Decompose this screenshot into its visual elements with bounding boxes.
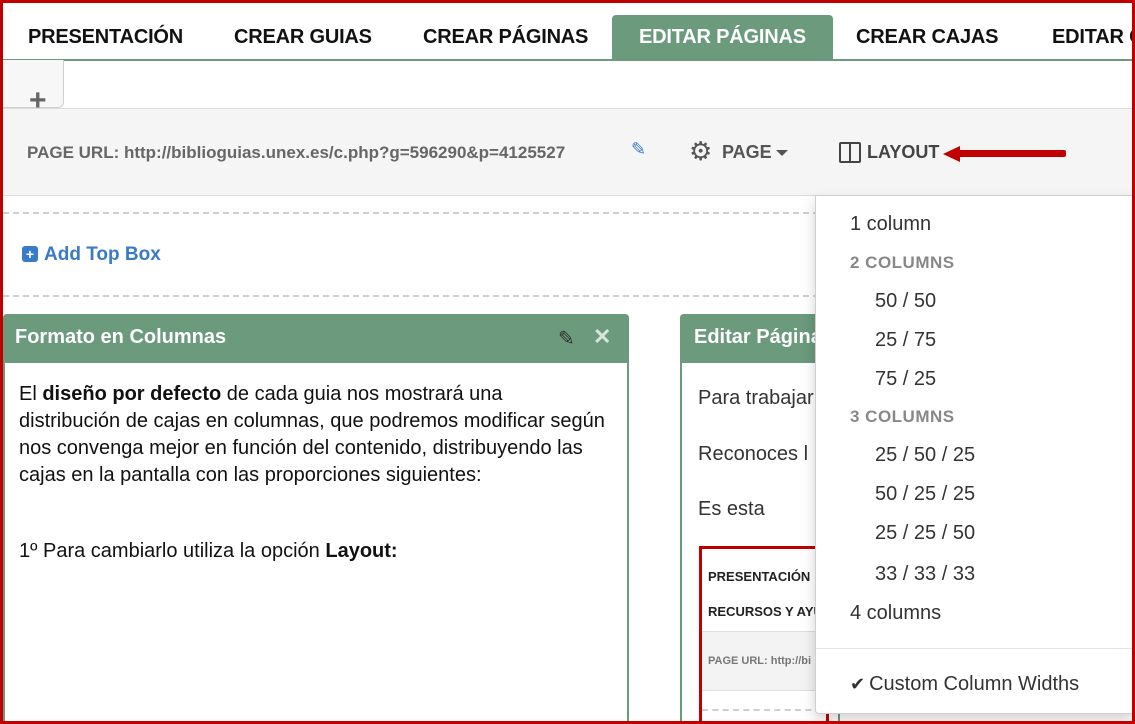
annotation-arrow [958,150,1066,157]
top-box-zone-border [3,212,819,214]
box-title: Editar Página [694,326,822,348]
tab-divider [3,59,1132,61]
box-paragraph-2: 1º Para cambiarlo utiliza la opción Layo… [19,538,609,565]
text-fragment: 1º Para cambiarlo utiliza la opción [19,540,326,562]
box-text-line: Reconoces l [698,443,809,465]
menu-header-2-columns: 2 COLUMNS [850,253,955,272]
inner-dashed-line [702,709,826,711]
caret-down-icon[interactable] [776,150,788,156]
menu-divider [816,648,1135,649]
menu-header-3-columns: 3 COLUMNS [850,407,955,426]
page-menu-button[interactable]: PAGE [722,142,772,163]
gears-icon[interactable]: ⚙ [689,138,712,164]
inner-tab-label: RECURSOS Y AYU [708,604,823,619]
menu-item-50-50[interactable]: 50 / 50 [875,290,936,313]
columns-icon[interactable] [839,142,861,163]
checkmark-icon: ✔ [850,674,866,694]
tab-presentacion[interactable]: PRESENTACIÓN [28,15,183,59]
annotation-arrow-head [943,146,960,162]
edit-url-pencil-icon[interactable]: ✎ [631,139,646,160]
box-paragraph-1: El diseño por defecto de cada guia nos m… [19,381,609,489]
inner-tab-label: PRESENTACIÓN [708,569,811,584]
add-top-box-link[interactable]: + Add Top Box [22,244,161,266]
menu-item-custom-widths[interactable]: ✔ Custom Column Widths [850,673,1079,696]
tab-editar-paginas[interactable]: EDITAR PÁGINAS [612,15,833,59]
bold-text: diseño por defecto [42,383,222,405]
plus-square-icon: + [22,246,38,262]
bold-text: Layout: [325,540,398,562]
menu-item-4-columns[interactable]: 4 columns [850,602,941,625]
page-url: PAGE URL: http://biblioguias.unex.es/c.p… [27,143,566,162]
menu-item-33-33-33[interactable]: 33 / 33 / 33 [875,563,975,586]
box-text-line: Para trabajar [698,387,814,409]
custom-widths-label: Custom Column Widths [869,673,1080,695]
menu-item-75-25[interactable]: 75 / 25 [875,368,936,391]
layout-menu-button[interactable]: LAYOUT [867,142,939,163]
top-box-zone-border-bottom [3,295,819,297]
menu-item-1-column[interactable]: 1 column [850,213,931,236]
add-top-box-label: Add Top Box [44,244,161,265]
tab-crear-guias[interactable]: CREAR GUIAS [234,15,372,59]
guide-tabs: PRESENTACIÓN CREAR GUIAS CREAR PÁGINAS E… [3,3,1132,60]
close-box-icon[interactable]: ✕ [593,324,611,350]
text-fragment: El [19,383,43,405]
tab-crear-cajas[interactable]: CREAR CAJAS [856,15,998,59]
edit-box-pencil-icon[interactable]: ✎ [558,326,575,351]
tab-crear-paginas[interactable]: CREAR PÁGINAS [423,15,588,59]
embedded-screenshot: PRESENTACIÓN RECURSOS Y AYU PAGE URL: ht… [699,546,829,724]
menu-item-25-50-25[interactable]: 25 / 50 / 25 [875,444,975,467]
menu-item-25-75[interactable]: 25 / 75 [875,329,936,352]
menu-item-25-25-50[interactable]: 25 / 25 / 50 [875,522,975,545]
box-text-line: Es esta [698,498,765,520]
box-title: Formato en Columnas [15,326,227,348]
menu-item-50-25-25[interactable]: 50 / 25 / 25 [875,483,975,506]
layout-dropdown-menu: 1 column 2 COLUMNS 50 / 50 25 / 75 75 / … [815,195,1135,714]
inner-url: PAGE URL: http://bi [708,655,812,667]
content-box-formato [3,314,629,724]
tab-editar-cajas[interactable]: EDITAR C [1052,15,1132,59]
